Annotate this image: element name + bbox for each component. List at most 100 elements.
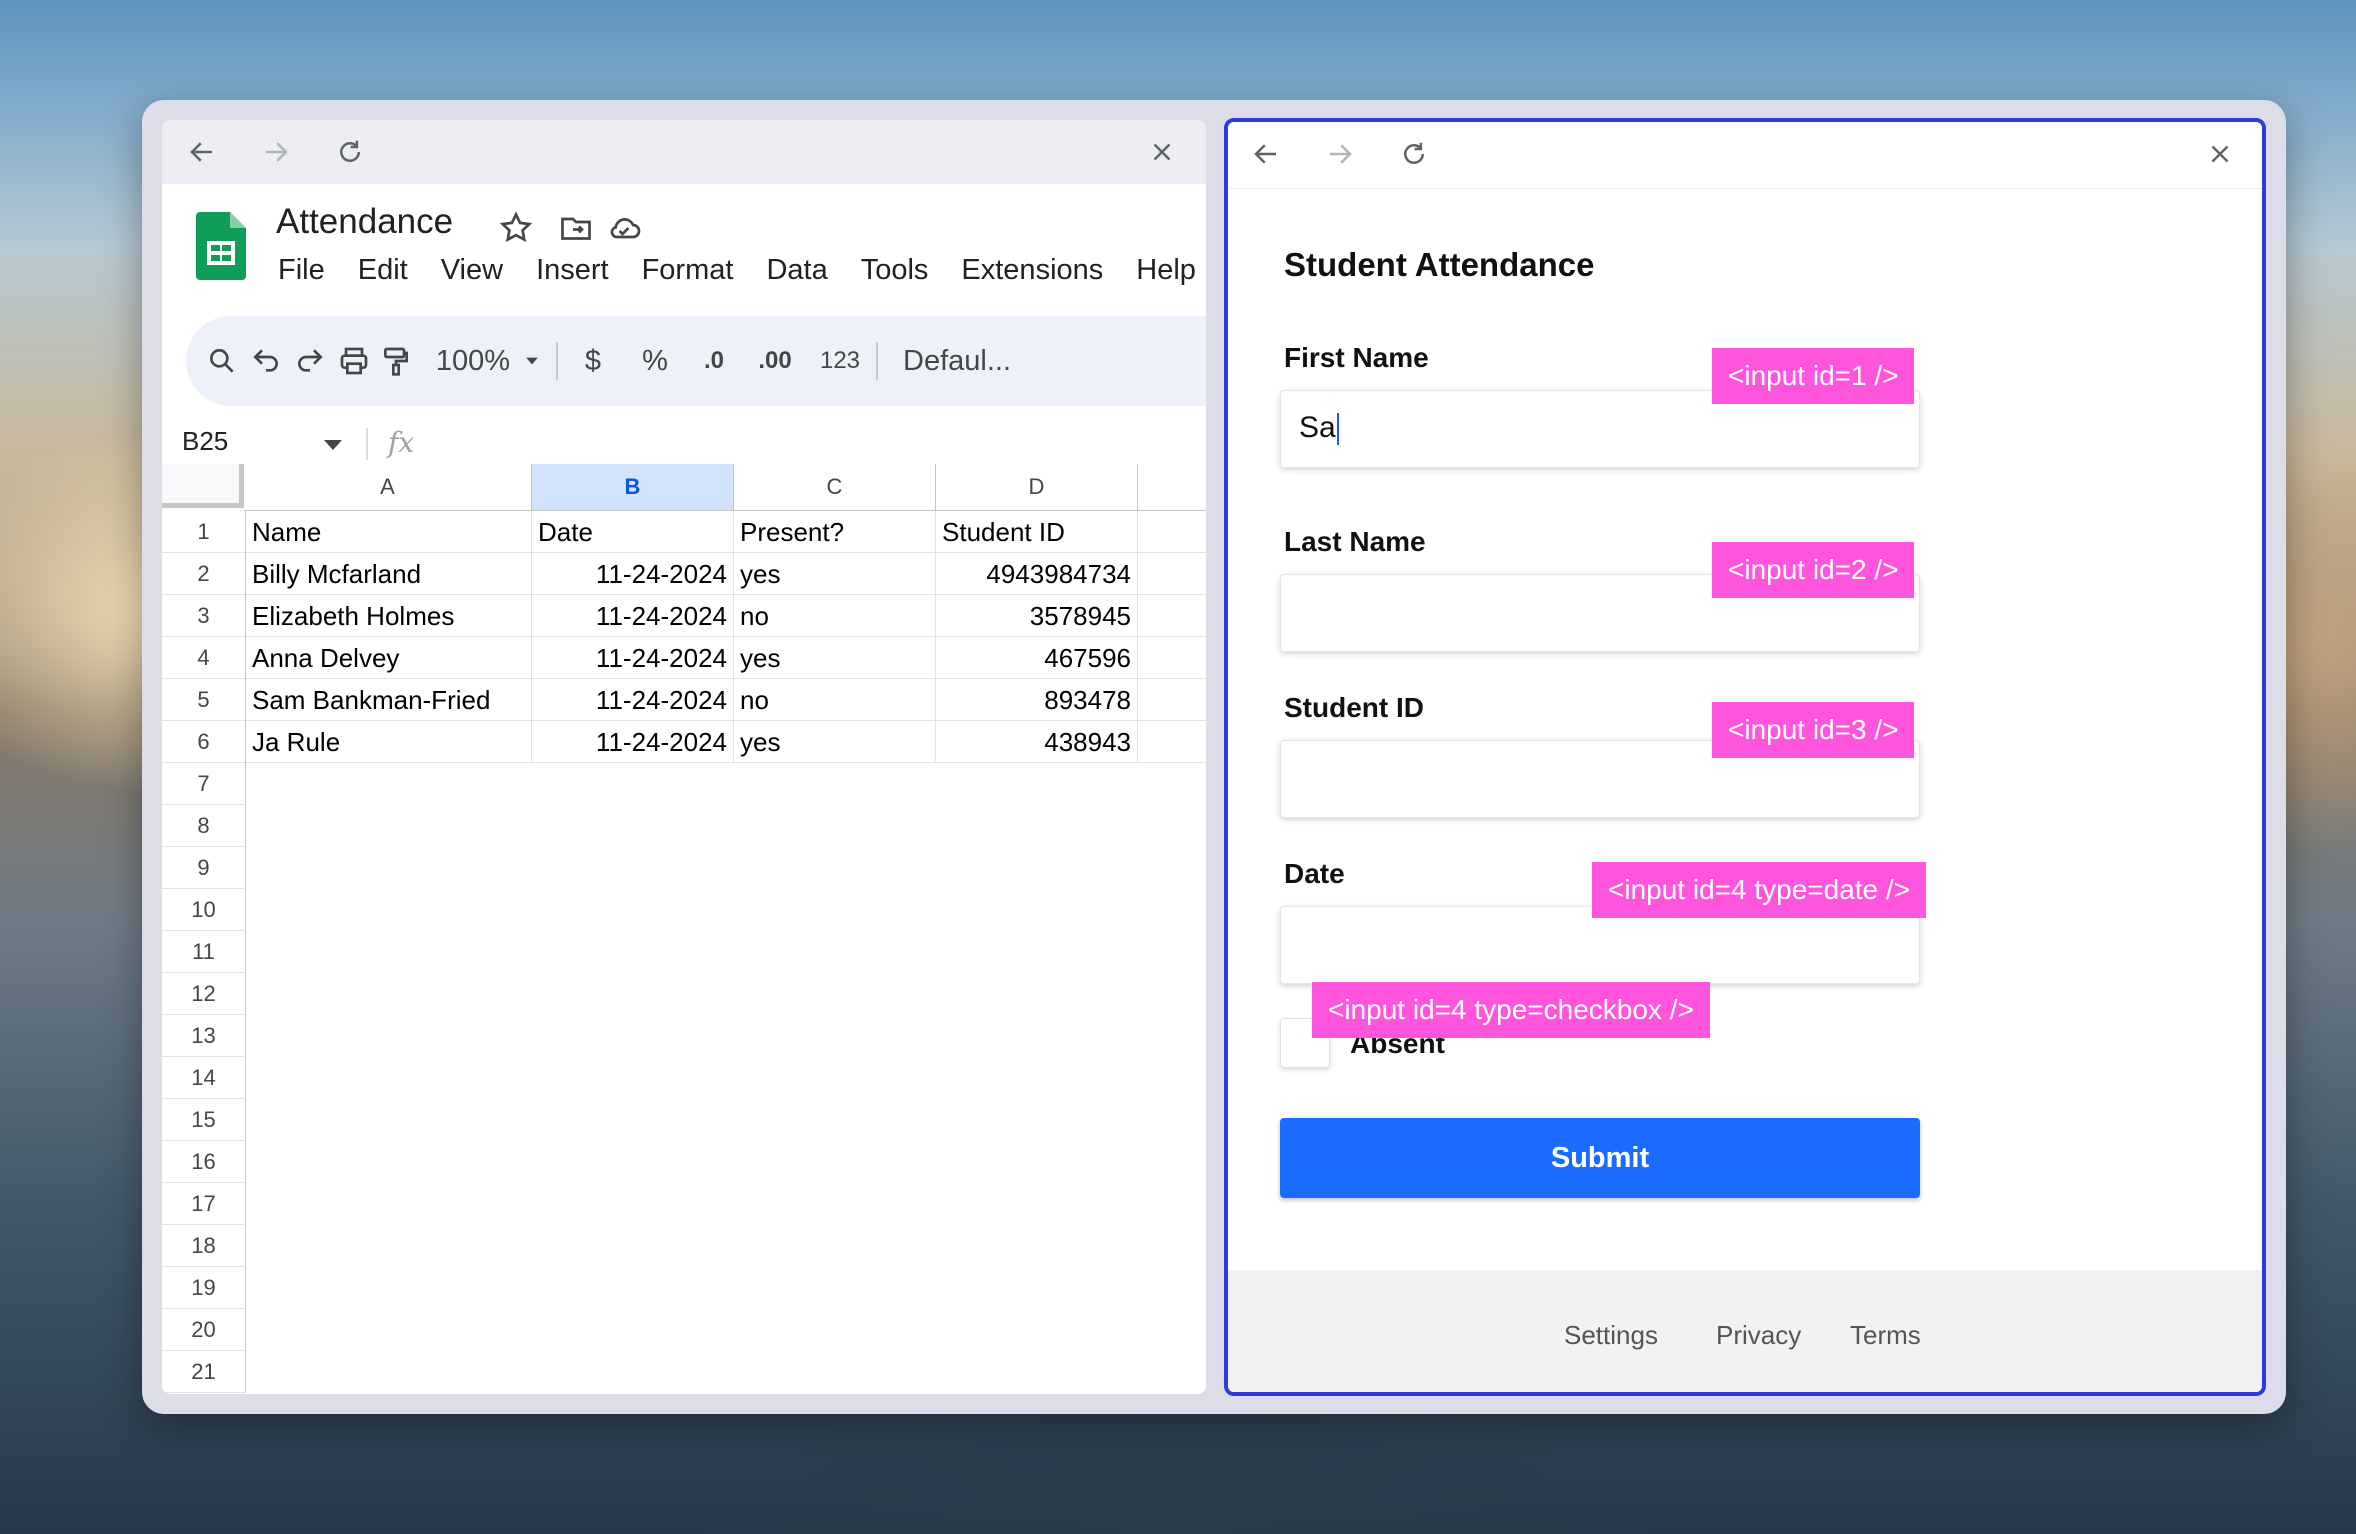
table-cell[interactable] (1138, 637, 1206, 679)
table-cell[interactable] (1138, 931, 1206, 973)
table-cell[interactable] (936, 973, 1138, 1015)
table-cell[interactable] (246, 1225, 532, 1267)
column-header-a[interactable]: A (244, 464, 532, 511)
table-cell[interactable] (246, 847, 532, 889)
table-cell[interactable]: 4943984734 (936, 553, 1138, 595)
submit-button[interactable]: Submit (1280, 1118, 1920, 1198)
table-cell[interactable] (1138, 679, 1206, 721)
table-cell[interactable] (532, 1015, 734, 1057)
table-cell[interactable] (532, 889, 734, 931)
reload-icon[interactable] (332, 134, 368, 170)
row-header[interactable]: 7 (162, 763, 246, 805)
table-cell[interactable] (936, 1183, 1138, 1225)
menu-edit[interactable]: Edit (358, 254, 408, 287)
table-cell[interactable] (734, 847, 936, 889)
table-cell[interactable] (936, 1057, 1138, 1099)
table-cell[interactable] (734, 889, 936, 931)
column-header-c[interactable]: C (734, 464, 936, 511)
menu-insert[interactable]: Insert (536, 254, 609, 287)
table-cell[interactable]: 11-24-2024 (532, 595, 734, 637)
row-header[interactable]: 20 (162, 1309, 246, 1351)
currency-format-button[interactable]: $ (576, 340, 610, 382)
forward-arrow-icon[interactable] (1322, 136, 1358, 172)
row-header[interactable]: 14 (162, 1057, 246, 1099)
table-cell[interactable]: Present? (734, 511, 936, 553)
table-cell[interactable]: 11-24-2024 (532, 637, 734, 679)
zoom-select[interactable]: 100% (428, 340, 518, 382)
table-cell[interactable] (246, 1183, 532, 1225)
table-cell[interactable] (1138, 1099, 1206, 1141)
table-cell[interactable] (1138, 1057, 1206, 1099)
table-cell[interactable] (734, 805, 936, 847)
number-format-button[interactable]: 123 (816, 340, 864, 382)
search-icon[interactable] (206, 340, 238, 382)
table-cell[interactable] (246, 1057, 532, 1099)
table-cell[interactable] (734, 1057, 936, 1099)
table-cell[interactable] (1138, 1309, 1206, 1351)
table-cell[interactable] (532, 973, 734, 1015)
table-cell[interactable] (246, 1267, 532, 1309)
table-cell[interactable] (1138, 511, 1206, 553)
table-cell[interactable]: 467596 (936, 637, 1138, 679)
menu-data[interactable]: Data (766, 254, 827, 287)
table-cell[interactable]: no (734, 679, 936, 721)
increase-decimal-button[interactable]: .00 (750, 340, 800, 382)
name-box[interactable]: B25 (182, 426, 228, 457)
menu-help[interactable]: Help (1136, 254, 1196, 287)
percent-format-button[interactable]: % (638, 340, 672, 382)
table-cell[interactable] (532, 1141, 734, 1183)
table-cell[interactable]: yes (734, 553, 936, 595)
decrease-decimal-button[interactable]: .0 (694, 340, 734, 382)
table-cell[interactable] (936, 1351, 1138, 1393)
menu-extensions[interactable]: Extensions (961, 254, 1103, 287)
print-icon[interactable] (338, 340, 370, 382)
row-header[interactable]: 2 (162, 553, 246, 595)
table-cell[interactable] (734, 1351, 936, 1393)
table-cell[interactable] (1138, 1015, 1206, 1057)
table-cell[interactable] (936, 847, 1138, 889)
table-cell[interactable]: Ja Rule (246, 721, 532, 763)
row-header[interactable]: 4 (162, 637, 246, 679)
row-header[interactable]: 6 (162, 721, 246, 763)
table-cell[interactable] (734, 1267, 936, 1309)
table-cell[interactable] (1138, 1183, 1206, 1225)
row-header[interactable]: 11 (162, 931, 246, 973)
row-header[interactable]: 19 (162, 1267, 246, 1309)
table-cell[interactable]: Billy Mcfarland (246, 553, 532, 595)
table-cell[interactable] (1138, 889, 1206, 931)
table-cell[interactable] (734, 1309, 936, 1351)
table-cell[interactable] (246, 889, 532, 931)
table-cell[interactable] (1138, 1141, 1206, 1183)
table-cell[interactable]: Name (246, 511, 532, 553)
back-arrow-icon[interactable] (184, 134, 220, 170)
table-cell[interactable] (532, 1351, 734, 1393)
table-cell[interactable] (734, 1015, 936, 1057)
table-cell[interactable] (936, 1225, 1138, 1267)
table-cell[interactable] (734, 1183, 936, 1225)
row-header[interactable]: 12 (162, 973, 246, 1015)
table-cell[interactable] (532, 805, 734, 847)
table-cell[interactable]: 438943 (936, 721, 1138, 763)
table-cell[interactable] (532, 763, 734, 805)
close-icon[interactable] (2202, 136, 2238, 172)
table-cell[interactable] (532, 1183, 734, 1225)
sheets-logo-icon[interactable] (196, 212, 246, 280)
back-arrow-icon[interactable] (1248, 136, 1284, 172)
chevron-down-icon[interactable] (522, 340, 542, 382)
row-header[interactable]: 10 (162, 889, 246, 931)
table-cell[interactable] (1138, 805, 1206, 847)
row-header[interactable]: 16 (162, 1141, 246, 1183)
table-cell[interactable] (734, 1225, 936, 1267)
table-cell[interactable]: Date (532, 511, 734, 553)
footer-link-privacy[interactable]: Privacy (1716, 1320, 1801, 1351)
table-cell[interactable] (246, 805, 532, 847)
row-header[interactable]: 15 (162, 1099, 246, 1141)
undo-icon[interactable] (250, 340, 282, 382)
column-header-e[interactable] (1138, 464, 1206, 511)
table-cell[interactable] (936, 763, 1138, 805)
table-cell[interactable] (1138, 595, 1206, 637)
footer-link-settings[interactable]: Settings (1564, 1320, 1658, 1351)
table-cell[interactable] (936, 889, 1138, 931)
select-all-corner[interactable] (162, 464, 244, 508)
table-cell[interactable] (1138, 553, 1206, 595)
